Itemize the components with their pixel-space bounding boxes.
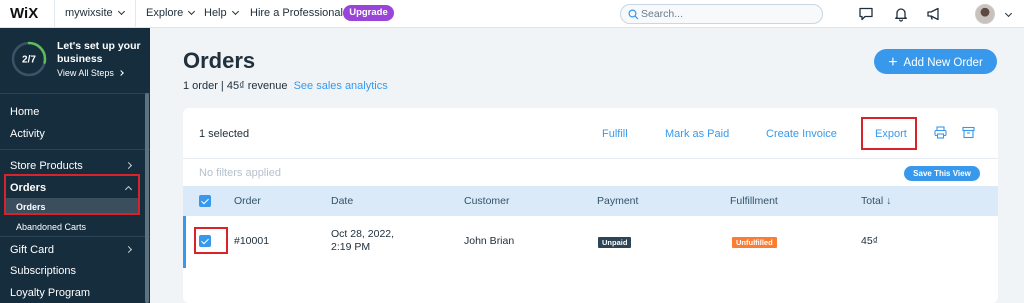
sidebar-divider [0, 236, 150, 237]
view-all-steps-label: View All Steps [57, 68, 114, 78]
column-header-order[interactable]: Order [234, 195, 261, 207]
sidebar-item-subscriptions[interactable]: Subscriptions [10, 265, 76, 277]
chevron-down-icon [231, 7, 239, 16]
create-invoice-button[interactable]: Create Invoice [766, 128, 837, 140]
table-header: Order Date Customer Payment Fulfillment … [183, 186, 998, 216]
column-header-total[interactable]: Total ↓ [861, 195, 891, 207]
add-new-order-label: Add New Order [903, 57, 983, 69]
payment-status-badge: Unpaid [598, 237, 632, 248]
table-row[interactable]: #10001 Oct 28, 2022, 2:19 PM John Brian … [183, 216, 998, 268]
sidebar-item-home[interactable]: Home [10, 106, 39, 118]
page-title: Orders [183, 48, 256, 73]
nav-hire-professional[interactable]: Hire a Professional [250, 7, 343, 19]
setup-progress-text: 2/7 [22, 55, 36, 66]
add-new-order-button[interactable]: + Add New Order [874, 49, 997, 74]
upgrade-button[interactable]: Upgrade [343, 5, 394, 21]
chevron-right-icon [124, 245, 133, 254]
avatar[interactable] [975, 4, 995, 24]
sales-analytics-link[interactable]: See sales analytics [294, 80, 388, 92]
save-this-view-button[interactable]: Save This View [904, 166, 980, 181]
setup-title: Let's set up your business [57, 40, 141, 65]
sidebar-item-gift-card[interactable]: Gift Card [10, 244, 54, 256]
chevron-right-icon [118, 70, 125, 76]
fulfill-button[interactable]: Fulfill [602, 128, 628, 140]
fulfillment-status-badge: Unfulfilled [732, 237, 777, 248]
column-header-date[interactable]: Date [331, 195, 353, 207]
sidebar-subitem-abandoned-carts[interactable]: Abandoned Carts [16, 222, 86, 232]
main-content: Orders 1 order | 45₫ revenue See sales a… [150, 28, 1024, 303]
export-highlight-box [861, 117, 917, 150]
sidebar-divider [0, 149, 150, 150]
checkbox-highlight-box [194, 227, 228, 254]
chevron-down-icon [188, 7, 196, 16]
print-icon[interactable] [934, 126, 947, 139]
setup-progress-ring[interactable]: 2/7 [10, 40, 48, 78]
filters-status: No filters applied [199, 167, 281, 179]
archive-icon[interactable] [962, 126, 975, 139]
order-number: #10001 [234, 235, 270, 247]
nav-explore-label: Explore [146, 7, 184, 19]
chevron-right-icon [124, 161, 133, 170]
chevron-down-icon [117, 7, 125, 16]
orders-highlight-box [4, 174, 140, 215]
sidebar-item-store-products[interactable]: Store Products [10, 160, 83, 172]
orders-summary: 1 order | 45₫ revenue See sales analytic… [183, 80, 388, 92]
summary-text: 1 order | 45₫ revenue [183, 80, 288, 92]
selected-count: 1 selected [199, 128, 250, 140]
order-time: 2:19 PM [331, 241, 371, 253]
mark-as-paid-button[interactable]: Mark as Paid [665, 128, 729, 140]
search-input[interactable] [641, 7, 811, 21]
sidebar-scrollbar[interactable] [145, 93, 149, 303]
wix-logo[interactable]: WiX [10, 5, 38, 22]
select-all-checkbox[interactable] [199, 195, 211, 207]
site-name: mywixsite [65, 7, 113, 19]
column-header-fulfillment[interactable]: Fulfillment [730, 195, 778, 207]
top-bar: WiX mywixsite Explore Help Hire a Profes… [0, 0, 1024, 28]
sidebar-item-activity[interactable]: Activity [10, 128, 45, 140]
nav-help[interactable]: Help [204, 7, 239, 19]
column-header-payment[interactable]: Payment [597, 195, 638, 207]
site-selector[interactable]: mywixsite [54, 0, 136, 28]
order-date: Oct 28, 2022, [331, 228, 395, 240]
chevron-down-icon[interactable] [1004, 9, 1013, 18]
bell-icon[interactable] [893, 6, 909, 22]
customer-name: John Brian [464, 235, 515, 247]
column-header-customer[interactable]: Customer [464, 195, 510, 207]
nav-help-label: Help [204, 7, 227, 19]
filters-row: No filters applied Save This View [183, 158, 998, 186]
search-box[interactable] [620, 4, 823, 24]
sidebar-divider [0, 93, 150, 94]
megaphone-icon[interactable] [926, 6, 942, 22]
chat-icon[interactable] [858, 6, 874, 22]
search-icon [628, 9, 639, 20]
nav-explore[interactable]: Explore [146, 7, 196, 19]
order-total: 45₫ [861, 235, 879, 247]
sidebar-item-loyalty-program[interactable]: Loyalty Program [10, 287, 90, 299]
plus-icon: + [888, 54, 898, 71]
sidebar: 2/7 Let's set up your business View All … [0, 28, 150, 303]
orders-table-card: 1 selected Fulfill Mark as Paid Create I… [183, 108, 998, 303]
view-all-steps-link[interactable]: View All Steps [57, 68, 125, 78]
